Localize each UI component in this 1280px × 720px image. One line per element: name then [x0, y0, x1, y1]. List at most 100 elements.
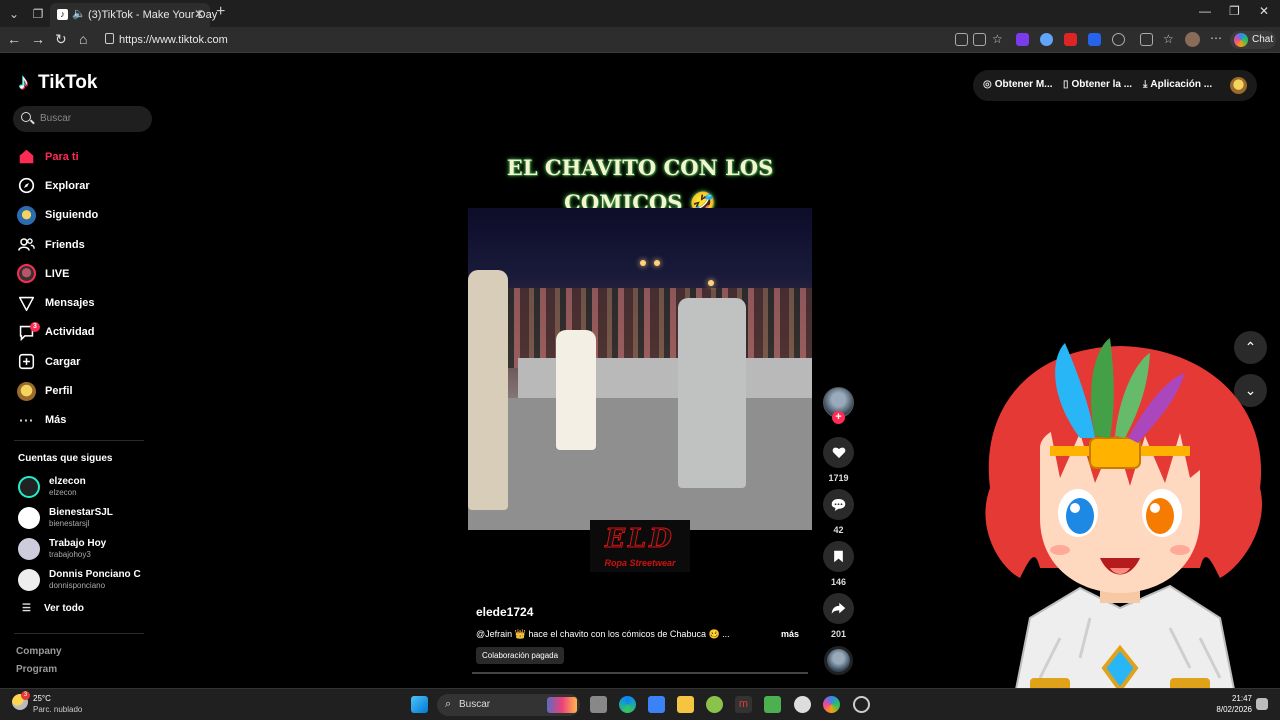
- street-lamp: [654, 260, 660, 266]
- copilot-chat-button[interactable]: Chat: [1230, 31, 1276, 49]
- favorites-icon[interactable]: ☆: [1163, 33, 1176, 46]
- split-screen-icon[interactable]: [1140, 33, 1153, 46]
- app-ball-icon[interactable]: [706, 696, 723, 713]
- nav-item-live[interactable]: LIVE: [16, 259, 156, 288]
- translate-icon[interactable]: [973, 33, 986, 46]
- extension-purple-icon[interactable]: [1016, 33, 1029, 46]
- nav-item-cargar[interactable]: Cargar: [16, 347, 156, 376]
- video-progress-bar[interactable]: [472, 672, 808, 674]
- ground: [468, 398, 812, 530]
- video-author[interactable]: elede1724: [476, 605, 533, 619]
- music-disc[interactable]: [824, 646, 853, 675]
- save-button[interactable]: [823, 541, 854, 572]
- like-button[interactable]: [823, 437, 854, 468]
- more-text-button[interactable]: más: [781, 629, 799, 639]
- back-icon[interactable]: ←: [7, 31, 21, 47]
- url-text: https://www.tiktok.com: [119, 34, 228, 46]
- account-name: elzecon: [49, 476, 86, 487]
- home-icon[interactable]: ⌂: [79, 31, 87, 47]
- nav-item-actividad[interactable]: 3 Actividad: [16, 318, 156, 347]
- share-button[interactable]: [823, 593, 854, 624]
- following-account[interactable]: Trabajo Hoy trabajohoy3: [18, 536, 158, 562]
- windows-taskbar: 3 25°C Parc. nublado ⌕ Buscar m 21:47 8/…: [0, 688, 1280, 720]
- weather-badge: 3: [21, 691, 30, 700]
- reload-icon[interactable]: ↻: [55, 31, 67, 48]
- app-available-icon[interactable]: [955, 33, 968, 46]
- search-input[interactable]: Buscar: [13, 106, 152, 132]
- task-view-icon[interactable]: [590, 696, 607, 713]
- extension-blue-icon[interactable]: [1040, 33, 1053, 46]
- comment-button[interactable]: [823, 489, 854, 520]
- nav-label: Cargar: [45, 355, 81, 368]
- footer-link-company[interactable]: Company: [16, 646, 62, 657]
- obs-icon[interactable]: [853, 696, 870, 713]
- minecraft-icon[interactable]: [764, 696, 781, 713]
- minimize-icon[interactable]: —: [1199, 4, 1211, 18]
- forward-icon[interactable]: →: [31, 31, 45, 47]
- system-clock[interactable]: 21:47 8/02/2026: [1206, 693, 1252, 715]
- workspaces-icon[interactable]: ❐: [28, 4, 48, 24]
- new-tab-button[interactable]: +: [216, 3, 225, 21]
- profile-avatar-icon[interactable]: [1185, 32, 1200, 47]
- compass-icon: [16, 176, 36, 196]
- restore-icon[interactable]: ❐: [1229, 4, 1240, 18]
- profile-avatar[interactable]: [1230, 77, 1247, 94]
- nav-item-perfil[interactable]: Perfil: [16, 376, 156, 405]
- file-explorer-icon[interactable]: [677, 696, 694, 713]
- speaker-icon[interactable]: 🔈: [72, 7, 86, 20]
- nav-label: Para ti: [45, 150, 79, 163]
- close-window-icon[interactable]: ✕: [1259, 4, 1269, 18]
- copilot-taskbar-icon[interactable]: [823, 696, 840, 713]
- extension-translate-icon[interactable]: [1088, 33, 1101, 46]
- like-count: 1719: [828, 473, 849, 483]
- nav-item-friends[interactable]: Friends: [16, 230, 156, 259]
- following-account[interactable]: Donnis Ponciano C donnisponciano: [18, 567, 158, 593]
- following-account[interactable]: elzecon elzecon: [18, 474, 158, 500]
- store-icon[interactable]: [648, 696, 665, 713]
- chat-app-icon[interactable]: [794, 696, 811, 713]
- tab-actions-chevron-icon[interactable]: ⌄: [4, 4, 24, 24]
- search-placeholder: Buscar: [40, 113, 72, 124]
- download-icon: ⤓: [1143, 79, 1148, 90]
- windows-start-icon[interactable]: [411, 696, 428, 713]
- avatar: [18, 476, 40, 498]
- get-app-button[interactable]: ▯ Obtener la ...: [1063, 79, 1132, 90]
- footer-link-program[interactable]: Program: [16, 664, 57, 675]
- desktop-app-button[interactable]: ⤓ Aplicación ...: [1143, 79, 1212, 90]
- nav-item-siguiendo[interactable]: Siguiendo: [16, 201, 156, 230]
- person-child: [556, 330, 596, 450]
- app-m-icon[interactable]: m: [735, 696, 752, 713]
- person-comedian: [678, 298, 746, 488]
- url-field[interactable]: https://www.tiktok.com: [101, 30, 1016, 50]
- nav-item-mensajes[interactable]: Mensajes: [16, 288, 156, 317]
- video-description: @Jefrain 👑 hace el chavito con los cómic…: [476, 629, 730, 639]
- see-all-button[interactable]: ☰ Ver todo: [22, 603, 84, 614]
- taskbar-search-label: Buscar: [459, 699, 491, 710]
- home-icon: [16, 147, 36, 167]
- video-player[interactable]: [468, 208, 812, 530]
- follow-plus-icon[interactable]: +: [832, 411, 845, 424]
- taskbar-search[interactable]: ⌕ Buscar: [437, 694, 580, 716]
- extension-red-icon[interactable]: [1064, 33, 1077, 46]
- favorite-star-icon[interactable]: ☆: [992, 33, 1005, 46]
- profile-avatar-icon: [16, 381, 36, 401]
- edge-browser-icon[interactable]: [619, 696, 636, 713]
- more-options-icon[interactable]: ⋯: [1210, 32, 1223, 46]
- nav-item-explorar[interactable]: Explorar: [16, 171, 156, 200]
- browser-tab-bar: ⌄ ❐ ♪ 🔈 (3)TikTok - Make Your Day ✕ + — …: [0, 0, 1280, 27]
- comment-icon: [831, 499, 846, 511]
- tiktok-favicon-icon: ♪: [57, 9, 68, 20]
- person-left: [468, 270, 508, 510]
- close-tab-icon[interactable]: ✕: [194, 7, 204, 21]
- browser-tab-tiktok[interactable]: ♪ 🔈 (3)TikTok - Make Your Day ✕: [50, 3, 217, 27]
- get-coins-button[interactable]: ◎ Obtener M...: [983, 79, 1053, 90]
- nav-item-mas[interactable]: ⋯ Más: [16, 406, 156, 435]
- extensions-icon[interactable]: [1112, 33, 1125, 46]
- nav-item-para-ti[interactable]: Para ti: [16, 142, 156, 171]
- crowd-scene: [468, 288, 812, 368]
- tiktok-note-icon: ♪: [18, 69, 29, 94]
- nav-label: Perfil: [45, 385, 73, 398]
- share-icon: [831, 602, 846, 615]
- following-account[interactable]: BienestarSJL bienestarsjl: [18, 505, 158, 531]
- notifications-icon[interactable]: [1256, 698, 1268, 710]
